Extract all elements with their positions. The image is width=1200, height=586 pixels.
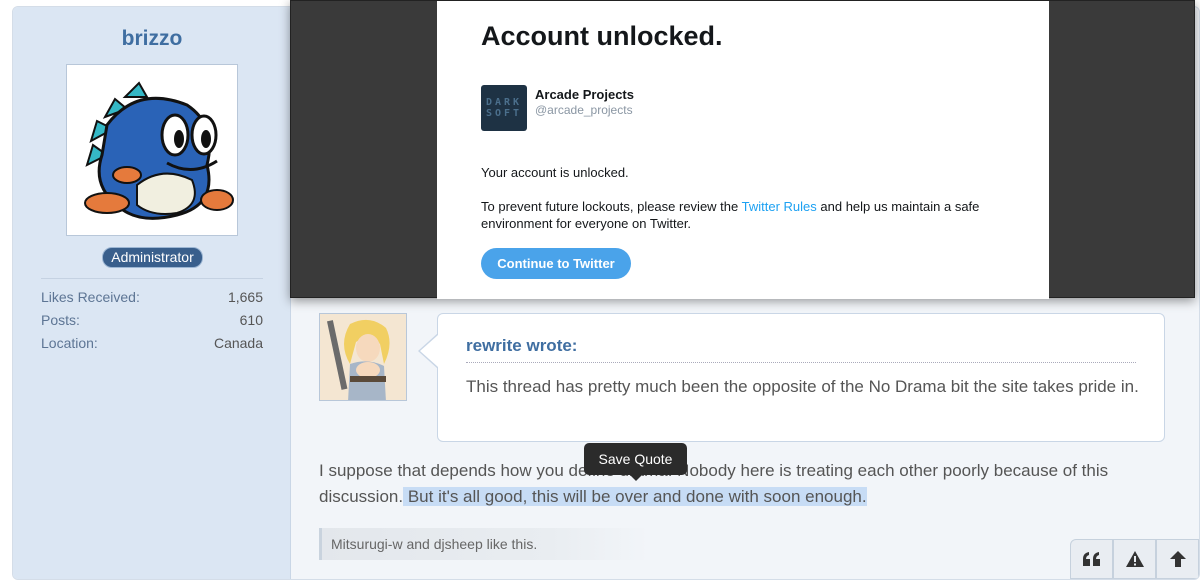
stat-likes-received: Likes Received: 1,665 bbox=[41, 289, 263, 305]
quote-block: rewrite wrote: This thread has pretty mu… bbox=[437, 313, 1165, 442]
twitter-popup-overlay: Account unlocked. DARK SOFT Arcade Proje… bbox=[290, 0, 1195, 299]
quote-icon bbox=[1082, 552, 1100, 566]
report-button[interactable] bbox=[1113, 539, 1156, 579]
stat-value: 1,665 bbox=[227, 289, 263, 305]
avatar[interactable] bbox=[66, 64, 238, 236]
stat-value: 610 bbox=[239, 312, 263, 328]
warning-icon bbox=[1125, 551, 1144, 567]
stat-value: Canada bbox=[213, 335, 263, 351]
message-body: I suppose that depends how you define dr… bbox=[319, 458, 1169, 510]
post-actions bbox=[1070, 539, 1199, 579]
role-badge: Administrator bbox=[102, 247, 203, 268]
quote-pointer-inner bbox=[420, 335, 438, 367]
quote-text: This thread has pretty much been the opp… bbox=[466, 377, 1139, 396]
lockout-text-before: To prevent future lockouts, please revie… bbox=[481, 199, 742, 214]
save-quote-button[interactable]: Save Quote bbox=[584, 443, 687, 475]
lockout-message: To prevent future lockouts, please revie… bbox=[481, 198, 1001, 232]
account-handle: @arcade_projects bbox=[535, 103, 633, 117]
stat-posts: Posts: 610 bbox=[41, 312, 263, 328]
username[interactable]: brizzo bbox=[13, 27, 291, 51]
stat-location: Location: Canada bbox=[41, 335, 263, 351]
arrow-up-icon bbox=[1169, 551, 1186, 567]
quoted-user-avatar[interactable] bbox=[319, 313, 407, 401]
tooltip-arrow bbox=[630, 475, 642, 481]
unlock-message: Your account is unlocked. bbox=[481, 165, 629, 180]
quote-divider bbox=[466, 362, 1136, 363]
divider bbox=[41, 278, 263, 279]
account-name: Arcade Projects bbox=[535, 87, 634, 102]
quote-button[interactable] bbox=[1070, 539, 1113, 579]
popup-title: Account unlocked. bbox=[481, 21, 723, 51]
likes-summary[interactable]: Mitsurugi-w and djsheep like this. bbox=[319, 528, 649, 560]
scroll-top-button[interactable] bbox=[1156, 539, 1199, 579]
twitter-email-card: Account unlocked. DARK SOFT Arcade Proje… bbox=[437, 1, 1049, 299]
twitter-rules-link[interactable]: Twitter Rules bbox=[742, 199, 817, 214]
selected-text: But it's all good, this will be over and… bbox=[403, 487, 867, 506]
continue-to-twitter-button[interactable]: Continue to Twitter bbox=[481, 248, 631, 279]
stat-label: Location: bbox=[41, 335, 98, 351]
user-info-panel: brizzo Administrator Likes Received: 1,6… bbox=[13, 7, 291, 579]
stat-label[interactable]: Likes Received: bbox=[41, 289, 140, 305]
quote-author[interactable]: rewrite wrote: bbox=[466, 336, 577, 356]
account-logo: DARK SOFT bbox=[481, 85, 527, 131]
stat-label[interactable]: Posts: bbox=[41, 312, 80, 328]
